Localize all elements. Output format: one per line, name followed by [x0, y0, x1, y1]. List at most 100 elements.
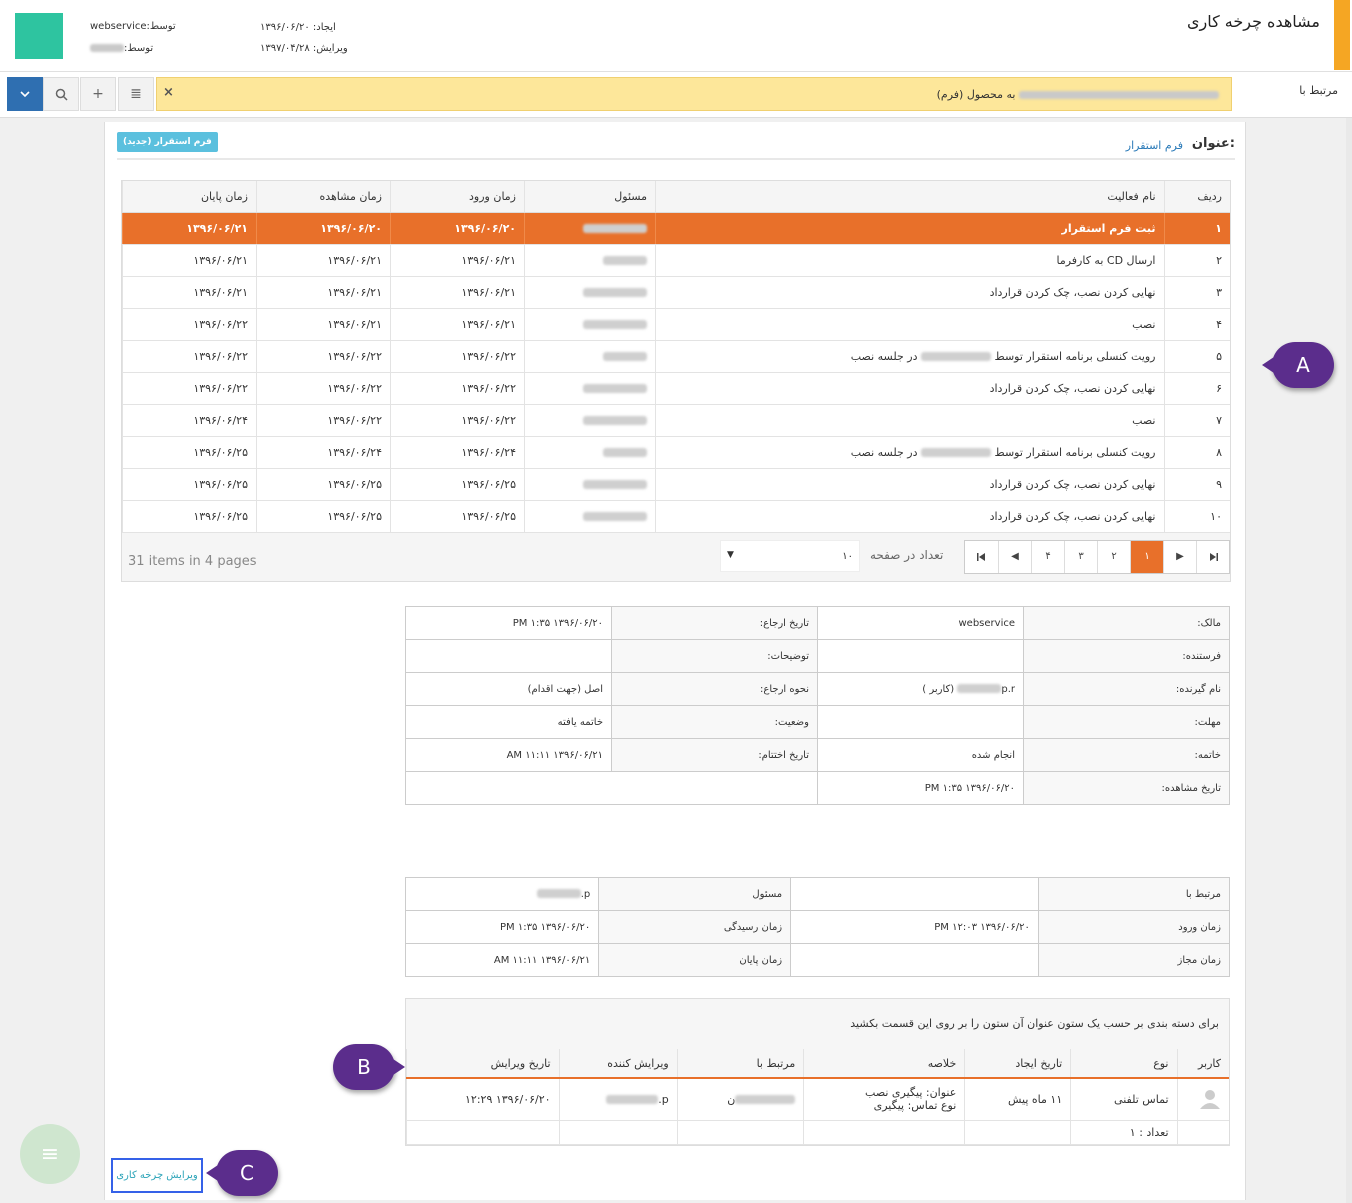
next-page-button[interactable]: ▶ [1163, 540, 1196, 573]
pager-buttons: ◀ ۴ ۳ ۲ ۱ ▶ [964, 539, 1230, 574]
view-time: ۱۳۹۶/۰۶/۲۵ [256, 500, 391, 533]
created-by-meta: توسط:webservice [90, 21, 176, 32]
prev-icon: ◀ [1011, 551, 1019, 562]
activity-name: ثبت فرم استقرار [655, 212, 1164, 245]
view-date-value: ۱۳۹۶/۰۶/۲۰ ۱:۳۵ PM [817, 771, 1024, 805]
search-button[interactable] [43, 77, 79, 111]
end-time: ۱۳۹۶/۰۶/۲۲ [122, 308, 257, 341]
entry-time: ۱۳۹۶/۰۶/۲۱ [390, 244, 525, 277]
table-row[interactable]: ۳ نهایی کردن نصب، چک کردن قرارداد ۱۳۹۶/۰۶/… [122, 276, 1230, 309]
end-time-label: زمان پایان [598, 943, 792, 977]
row-number: ۳ [1163, 276, 1230, 309]
ref-type-label: نحوه ارجاع: [611, 672, 818, 706]
add-button[interactable]: + [80, 77, 116, 111]
history-header-1[interactable]: کاربر [1176, 1049, 1229, 1079]
owner-label: مالک: [1023, 606, 1230, 640]
allowed-time-value [790, 943, 1039, 977]
grid-header-5[interactable]: زمان مشاهده [256, 181, 391, 213]
grid-header-6[interactable]: زمان پایان [122, 181, 257, 213]
end-time: ۱۳۹۶/۰۶/۲۴ [122, 404, 257, 437]
receiver-label: نام گیرنده: [1023, 672, 1230, 706]
more-dropdown-button[interactable] [7, 77, 43, 111]
row-number: ۴ [1163, 308, 1230, 341]
chevron-down-icon [20, 91, 30, 98]
view-time: ۱۳۹۶/۰۶/۲۲ [256, 340, 391, 373]
row-number: ۱ [1163, 212, 1230, 245]
related-label: مرتبط با [1299, 84, 1338, 97]
table-row[interactable]: تماس تلفنی ۱۱ ماه پیش عنوان: پیگیری نصب ن… [406, 1078, 1229, 1121]
history-header-4[interactable]: خلاصه [803, 1049, 965, 1079]
page-4-button[interactable]: ۴ [1031, 540, 1064, 573]
view-time: ۱۳۹۶/۰۶/۲۱ [256, 308, 391, 341]
grid-header-4[interactable]: زمان ورود [390, 181, 525, 213]
responsible-label: مسئول [598, 877, 792, 911]
table-row[interactable]: ۴ نصب ۱۳۹۶/۰۶/۲۱ ۱۳۹۶/۰۶/۲۱ ۱۳۹۶/۰۶/۲۲ [122, 308, 1230, 341]
entry-time: ۱۳۹۶/۰۶/۲۱ [390, 276, 525, 309]
history-header-3[interactable]: تاریخ ایجاد [964, 1049, 1071, 1079]
history-editor-cell: p. [558, 1078, 678, 1121]
status-label: وضعیت: [611, 705, 818, 739]
callout-b: B [333, 1044, 405, 1090]
last-page-button[interactable] [1196, 540, 1229, 573]
sender-value [817, 639, 1024, 673]
edit-workflow-link[interactable]: ویرایش چرخه کاری [111, 1158, 203, 1193]
end-time-value: ۱۳۹۶/۰۶/۲۱ ۱۱:۱۱ AM [404, 943, 600, 977]
edited-by-meta: توسط: [90, 43, 153, 54]
created-meta: ایجاد: ۱۳۹۶/۰۶/۲۰ [260, 22, 336, 33]
activity-name: رویت کنسلی برنامه استقرار توسط در جلسه ن… [655, 340, 1164, 373]
history-header-7[interactable]: تاریخ ویرایش [406, 1049, 560, 1079]
page-scrollbar[interactable] [1346, 118, 1352, 1203]
view-time: ۱۳۹۶/۰۶/۲۴ [256, 436, 391, 469]
prev-page-button[interactable]: ◀ [998, 540, 1031, 573]
page-2-button[interactable]: ۲ [1097, 540, 1130, 573]
end-time: ۱۳۹۶/۰۶/۲۲ [122, 340, 257, 373]
history-footer-row: تعداد : ۱ [406, 1120, 1229, 1145]
activity-name: رویت کنسلی برنامه استقرار توسط در جلسه ن… [655, 436, 1164, 469]
page-3-button[interactable]: ۳ [1064, 540, 1097, 573]
entry-time-value: ۱۳۹۶/۰۶/۲۰ ۱۲:۰۳ PM [790, 910, 1039, 944]
title-label: عنوان: [1191, 136, 1235, 151]
list-icon: ≣ [130, 86, 142, 102]
page-title: مشاهده چرخه کاری [1186, 12, 1320, 31]
table-row[interactable]: ۱۰ نهایی کردن نصب، چک کردن قرارداد ۱۳۹۶/۰۶… [122, 500, 1230, 533]
table-row[interactable]: ۶ نهایی کردن نصب، چک کردن قرارداد ۱۳۹۶/۰۶/… [122, 372, 1230, 405]
form-title-row: عنوان: فرم استقرار فرم استقرار (جدید) [117, 130, 1235, 160]
responsible [524, 340, 656, 373]
history-header-5[interactable]: مرتبط با [676, 1049, 804, 1079]
ref-date-label: تاریخ ارجاع: [611, 606, 818, 640]
page-1-button[interactable]: ۱ [1130, 540, 1163, 573]
history-type-cell: تماس تلفنی [1070, 1078, 1177, 1121]
table-row[interactable]: ۷ نصب ۱۳۹۶/۰۶/۲۲ ۱۳۹۶/۰۶/۲۲ ۱۳۹۶/۰۶/۲۴ [122, 404, 1230, 437]
grid-header-2[interactable]: نام فعالیت [655, 181, 1164, 213]
page-size-select[interactable]: ▼ ۱۰ [720, 539, 860, 572]
next-icon: ▶ [1176, 551, 1184, 562]
history-header-6[interactable]: ویرایش کننده [558, 1049, 678, 1079]
table-row[interactable]: ۲ ارسال CD به کارفرما ۱۳۹۶/۰۶/۲۱ ۱۳۹۶/۰۶/۲۱… [122, 244, 1230, 277]
view-time: ۱۳۹۶/۰۶/۲۰ [256, 212, 391, 245]
new-form-button[interactable]: فرم استقرار (جدید) [117, 132, 218, 152]
clear-related-button[interactable]: × [163, 85, 174, 100]
history-edited-cell: ۱۳۹۶/۰۶/۲۰ ۱۲:۲۹ [406, 1078, 560, 1121]
floating-menu-button[interactable]: ≡ [20, 1124, 80, 1184]
end-time: ۱۳۹۶/۰۶/۲۲ [122, 372, 257, 405]
first-page-button[interactable] [965, 541, 998, 573]
table-row[interactable]: ۵ رویت کنسلی برنامه استقرار توسط در جلسه … [122, 340, 1230, 373]
end-value: انجام شده [817, 738, 1024, 772]
table-row[interactable]: ۱ ثبت فرم استقرار ۱۳۹۶/۰۶/۲۰ ۱۳۹۶/۰۶/۲۰ ۱۳۹۶… [122, 212, 1230, 245]
callout-c: C [206, 1150, 278, 1196]
history-related-cell: ن [676, 1078, 804, 1121]
entry-time: ۱۳۹۶/۰۶/۲۲ [390, 404, 525, 437]
deadline-label: مهلت: [1023, 705, 1230, 739]
view-time: ۱۳۹۶/۰۶/۲۲ [256, 404, 391, 437]
grid-header-3[interactable]: مسئول [524, 181, 656, 213]
deadline-value [817, 705, 1024, 739]
related-value-field[interactable]: به محصول (فرم) [156, 77, 1232, 111]
grid-header-1[interactable]: ردیف [1163, 181, 1230, 213]
title-value-link[interactable]: فرم استقرار [1126, 139, 1183, 152]
entry-time: ۱۳۹۶/۰۶/۲۲ [390, 340, 525, 373]
history-header-2[interactable]: نوع [1070, 1049, 1177, 1079]
activity-name: نهایی کردن نصب، چک کردن قرارداد [655, 276, 1164, 309]
list-button[interactable]: ≣ [118, 77, 154, 111]
table-row[interactable]: ۹ نهایی کردن نصب، چک کردن قرارداد ۱۳۹۶/۰۶/… [122, 468, 1230, 501]
table-row[interactable]: ۸ رویت کنسلی برنامه استقرار توسط در جلسه … [122, 436, 1230, 469]
